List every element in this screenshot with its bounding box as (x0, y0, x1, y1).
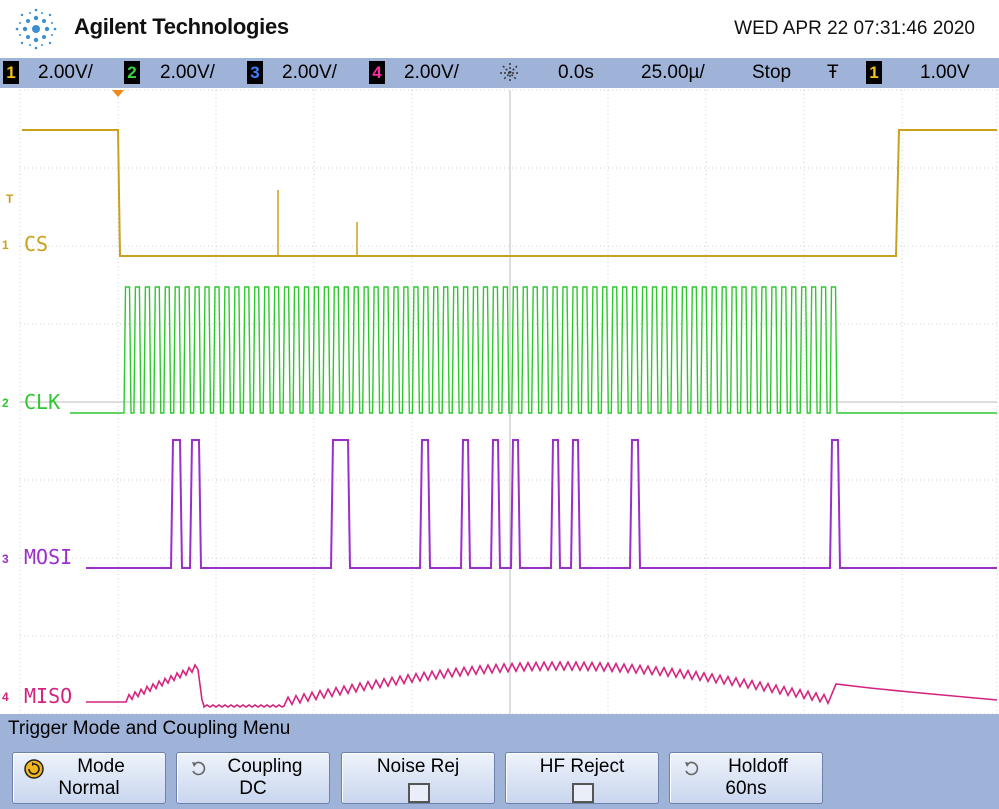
trigger-position-icon (112, 90, 124, 97)
channel-1-scale[interactable]: 2.00V/ (38, 62, 93, 84)
agilent-spark-icon (15, 8, 57, 50)
timebase-scale[interactable]: 25.00µ/ (641, 62, 705, 84)
brand-name: Agilent Technologies (74, 14, 289, 39)
noise-rej-checkbox[interactable] (408, 783, 430, 803)
holdoff-label: Holdoff (728, 756, 788, 777)
coupling-label: Coupling (227, 756, 303, 777)
mosi-trace (86, 439, 997, 569)
holdoff-softkey[interactable]: Holdoff 60ns (669, 752, 823, 804)
menu-title-bar: Trigger Mode and Coupling Menu (0, 714, 999, 744)
holdoff-value: 60ns (725, 778, 767, 799)
mosi-ground-marker: 3 (2, 552, 9, 566)
waveform-canvas (19, 89, 998, 714)
clk-ground-marker: 2 (2, 396, 9, 410)
channel-3-scale[interactable]: 2.00V/ (282, 62, 337, 84)
waveform-display[interactable]: T 1 CS 2 CLK 3 MOSI 4 MISO (0, 88, 999, 714)
coupling-value: DC (239, 778, 267, 799)
channel-3-badge[interactable]: 3 (247, 61, 263, 84)
softkey-bar: Mode Normal Coupling DC Noise Rej HF Rej… (0, 744, 999, 809)
cs-ground-marker: 1 (2, 238, 9, 252)
channel-4-scale[interactable]: 2.00V/ (404, 62, 459, 84)
menu-title: Trigger Mode and Coupling Menu (8, 718, 291, 739)
trigger-slope-icon: Ŧ (827, 62, 839, 83)
miso-trace-label: MISO (24, 684, 73, 708)
clk-trace (70, 286, 997, 414)
date-time: WED APR 22 07:31:46 2020 (734, 18, 975, 39)
coupling-softkey[interactable]: Coupling DC (176, 752, 330, 804)
run-state[interactable]: Stop (752, 62, 791, 84)
channel-4-badge[interactable]: 4 (369, 61, 385, 84)
trigger-source-badge[interactable]: 1 (866, 61, 882, 84)
hf-reject-checkbox[interactable] (572, 783, 594, 803)
noise-rej-softkey[interactable]: Noise Rej (341, 752, 495, 804)
trigger-level-marker: T (6, 192, 14, 206)
noise-rej-label: Noise Rej (376, 756, 460, 777)
clk-trace-label: CLK (24, 390, 61, 414)
trigger-level[interactable]: 1.00V (920, 62, 970, 84)
mosi-trace-label: MOSI (24, 545, 73, 569)
cs-trace-label: CS (24, 232, 49, 256)
header-bar: Agilent Technologies WED APR 22 07:31:46… (0, 0, 999, 58)
channel-1-badge[interactable]: 1 (3, 61, 19, 84)
delay-knob-icon (500, 63, 520, 83)
channel-2-scale[interactable]: 2.00V/ (160, 62, 215, 84)
mode-softkey[interactable]: Mode Normal (12, 752, 166, 804)
mode-value: Normal (58, 778, 120, 799)
hf-reject-softkey[interactable]: HF Reject (505, 752, 659, 804)
mode-label: Mode (77, 756, 125, 777)
channel-2-badge[interactable]: 2 (124, 61, 140, 84)
miso-ground-marker: 4 (2, 690, 9, 704)
miso-trace (86, 660, 998, 709)
hf-reject-label: HF Reject (539, 756, 625, 777)
horizontal-delay[interactable]: 0.0s (558, 62, 594, 84)
status-bar: 1 2.00V/ 2 2.00V/ 3 2.00V/ 4 2.00V/ 0.0s… (0, 58, 999, 88)
